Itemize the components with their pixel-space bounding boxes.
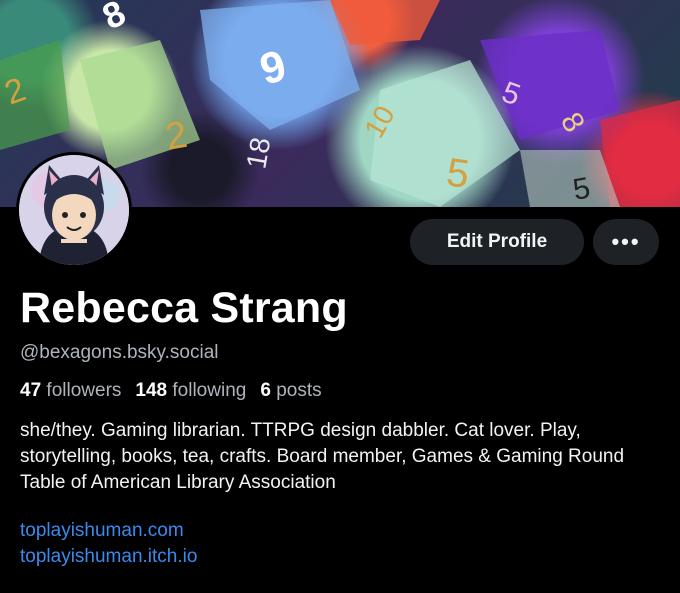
- more-options-button[interactable]: •••: [593, 219, 659, 265]
- followers-label: followers: [46, 380, 122, 401]
- user-handle: @bexagons.bsky.social: [20, 342, 219, 363]
- bio-links: toplayishuman.com toplayishuman.itch.io: [20, 518, 197, 570]
- followers-stat[interactable]: 47 followers: [20, 380, 121, 402]
- following-label: following: [172, 380, 247, 401]
- svg-text:8: 8: [96, 0, 131, 37]
- avatar[interactable]: [16, 152, 132, 268]
- following-stat[interactable]: 148 following: [135, 380, 246, 402]
- display-name: Rebecca Strang: [20, 284, 348, 332]
- edit-profile-label: Edit Profile: [446, 231, 548, 252]
- more-options-icon: •••: [611, 229, 641, 254]
- profile-stats: 47 followers 148 following 6 posts: [20, 380, 336, 402]
- profile-bio: she/they. Gaming librarian. TTRPG design…: [20, 420, 625, 493]
- followers-count: 47: [20, 380, 42, 401]
- posts-stat: 6 posts: [260, 380, 321, 402]
- svg-text:5: 5: [444, 150, 472, 197]
- cat-ears-avatar-image: [19, 155, 129, 265]
- following-count: 148: [135, 380, 168, 401]
- itch-link[interactable]: toplayishuman.itch.io: [20, 544, 197, 570]
- posts-label: posts: [276, 380, 322, 401]
- posts-count: 6: [260, 380, 271, 401]
- website-link[interactable]: toplayishuman.com: [20, 518, 197, 544]
- edit-profile-button[interactable]: Edit Profile: [410, 219, 584, 265]
- svg-text:18: 18: [240, 135, 276, 171]
